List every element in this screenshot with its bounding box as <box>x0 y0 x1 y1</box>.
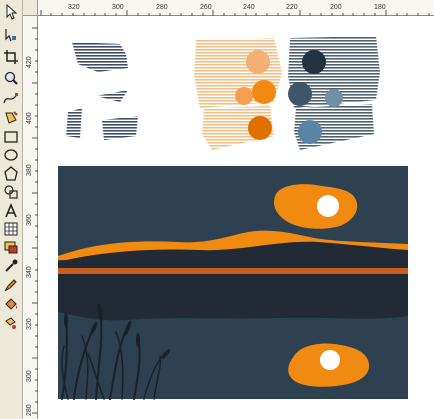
moon-reflection <box>320 350 340 370</box>
hruler-label: 320 <box>68 4 80 11</box>
table-tool[interactable] <box>2 220 20 238</box>
table-icon <box>4 222 18 236</box>
hruler-label: 220 <box>286 4 298 11</box>
ellipse-icon <box>4 149 18 161</box>
node-edit-icon <box>5 29 16 42</box>
paint-bucket-icon <box>5 298 17 310</box>
polygon-icon <box>4 166 18 181</box>
zoom-tool[interactable] <box>2 69 20 87</box>
night-landscape-artwork[interactable] <box>58 166 408 400</box>
pick-tool[interactable] <box>2 3 20 21</box>
basic-shapes-tool[interactable] <box>2 183 20 201</box>
ruler-origin-corner[interactable] <box>23 0 38 16</box>
hruler-label: 300 <box>112 4 124 11</box>
vruler-label: 340 <box>26 266 33 278</box>
rectangle-icon <box>4 131 18 143</box>
shape-tool[interactable] <box>2 26 20 44</box>
rectangle-tool[interactable] <box>2 128 20 146</box>
color-swatch-composition[interactable] <box>194 36 380 150</box>
magnifier-icon <box>4 71 18 85</box>
drawing-canvas[interactable] <box>38 16 434 419</box>
rust-water-stripe <box>58 268 408 274</box>
vruler-label: 360 <box>26 214 33 226</box>
dimension-icon <box>4 241 18 254</box>
interactive-fill-tool[interactable] <box>2 314 20 332</box>
outline-pen-icon <box>4 279 17 292</box>
ellipse-tool[interactable] <box>2 146 20 164</box>
freehand-curve-icon <box>3 93 18 104</box>
arrow-pointer-icon <box>6 4 18 20</box>
vruler-label: 400 <box>26 112 33 124</box>
horizontal-ruler[interactable]: 320 300 280 260 240 220 200 180 <box>38 0 434 16</box>
eyedropper-tool[interactable] <box>2 257 20 275</box>
basic-shapes-icon <box>4 185 18 199</box>
polygon-tool[interactable] <box>2 165 20 183</box>
vertical-ruler[interactable]: 420 400 380 360 340 320 300 280 <box>23 16 38 419</box>
dark-hill-silhouette <box>58 241 408 321</box>
outline-tool[interactable] <box>2 276 20 294</box>
hruler-label: 200 <box>330 4 342 11</box>
moon-upper <box>317 195 339 217</box>
hruler-label: 260 <box>200 4 212 11</box>
hatched-shapes-left[interactable] <box>66 42 138 140</box>
hruler-label: 280 <box>156 4 168 11</box>
toolbox <box>0 0 23 419</box>
crop-tool[interactable] <box>2 48 20 66</box>
vruler-label: 380 <box>26 164 33 176</box>
vruler-label: 420 <box>26 56 33 68</box>
hruler-label: 180 <box>374 4 386 11</box>
vruler-label: 320 <box>26 318 33 330</box>
interactive-fill-icon <box>5 317 16 329</box>
freehand-tool[interactable] <box>2 90 20 108</box>
fill-tool[interactable] <box>2 295 20 313</box>
dimension-tool[interactable] <box>2 238 20 256</box>
smart-fill-tool[interactable] <box>2 109 20 127</box>
crop-icon <box>4 50 18 64</box>
eyedropper-icon <box>5 259 18 272</box>
smart-fill-icon <box>5 111 18 124</box>
vruler-label: 300 <box>26 370 33 382</box>
text-a-icon <box>5 203 17 218</box>
hruler-label: 240 <box>243 4 255 11</box>
vruler-label: 280 <box>26 404 33 416</box>
text-tool[interactable] <box>2 202 20 220</box>
